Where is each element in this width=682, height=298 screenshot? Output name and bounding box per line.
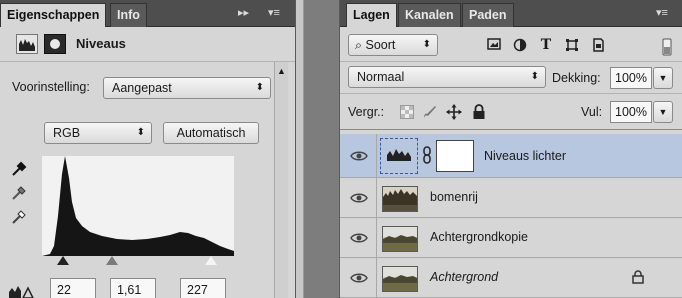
select-arrows-icon: ⬍ [530, 71, 539, 82]
opacity-field[interactable]: 100% [610, 67, 652, 89]
eye-column-divider [376, 258, 377, 297]
channel-value: RGB [53, 126, 81, 140]
layer-row-achtergrondkopie[interactable]: Achtergrondkopie [340, 218, 682, 258]
tab-kanalen[interactable]: Kanalen [398, 3, 461, 27]
dock-scrollbar[interactable] [296, 0, 304, 298]
layer-name[interactable]: Achtergrond [430, 270, 498, 284]
preset-select[interactable]: Aangepast ⬍ [103, 77, 271, 99]
eye-column-divider [376, 178, 377, 217]
preset-value: Aangepast [112, 81, 172, 95]
fill-label: Vul: [581, 105, 603, 119]
levels-histogram-icon [16, 34, 38, 54]
visibility-eye-icon[interactable] [350, 231, 368, 245]
select-arrows-icon: ⬍ [255, 82, 264, 93]
properties-panel: Eigenschappen Info ▸▸ ▾≡ Niveaus Voorins… [0, 0, 295, 298]
eye-column-divider [376, 218, 377, 257]
properties-tabbar: Eigenschappen Info ▸▸ ▾≡ [0, 0, 295, 27]
white-point-eyedropper-icon[interactable] [10, 208, 28, 226]
layers-tabbar: Lagen Kanalen Paden ▾≡ [340, 0, 682, 27]
properties-scrollbar[interactable]: ▲ [274, 62, 288, 298]
tab-lagen[interactable]: Lagen [346, 3, 397, 27]
black-input-field[interactable]: 22 [50, 278, 96, 298]
pixel-filter-icon[interactable] [486, 38, 502, 52]
panel-menu-icon[interactable]: ▾≡ [656, 6, 668, 20]
layer-name[interactable]: bomenrij [430, 190, 478, 204]
filter-kind-value: Soort [365, 38, 396, 52]
visibility-eye-icon[interactable] [350, 271, 368, 285]
layer-name[interactable]: Niveaus lichter [484, 149, 566, 163]
search-icon: ⌕ [355, 38, 363, 52]
layer-thumbnail[interactable] [382, 266, 418, 292]
properties-header: Niveaus [0, 28, 295, 62]
layer-thumbnail[interactable] [382, 186, 418, 212]
lock-all-icon[interactable] [472, 104, 486, 120]
gray-point-eyedropper-icon[interactable] [10, 184, 28, 202]
gamma-slider[interactable] [106, 256, 118, 265]
opacity-dropdown-icon[interactable]: ▼ [653, 67, 673, 89]
select-arrows-icon: ⬍ [136, 127, 145, 138]
levels-histogram[interactable] [42, 156, 234, 256]
eye-column-divider [376, 134, 377, 177]
layer-mask-thumbnail[interactable] [436, 140, 474, 172]
white-point-slider[interactable] [205, 256, 217, 265]
white-input-field[interactable]: 227 [180, 278, 226, 298]
black-point-slider[interactable] [57, 256, 69, 265]
adjustment-filter-icon[interactable] [512, 38, 528, 52]
channel-select[interactable]: RGB ⬍ [44, 122, 152, 144]
mask-link-chain-icon[interactable] [422, 146, 432, 164]
filter-toggle-switch[interactable] [662, 38, 672, 56]
panel-gap [295, 0, 340, 298]
panel-title: Niveaus [76, 36, 126, 51]
layer-name[interactable]: Achtergrondkopie [430, 230, 528, 244]
adjustment-thumbnail[interactable] [380, 138, 418, 174]
type-filter-icon[interactable]: T [538, 38, 554, 52]
gamma-input-field[interactable]: 1,61 [110, 278, 156, 298]
layer-locked-icon [632, 270, 644, 284]
shape-filter-icon[interactable] [564, 38, 580, 52]
collapse-icon[interactable]: ▸▸ [238, 6, 249, 20]
lock-pixels-brush-icon[interactable] [422, 104, 438, 120]
tab-eigenschappen[interactable]: Eigenschappen [0, 3, 107, 27]
opacity-label: Dekking: [552, 71, 601, 85]
clip-warning-icon[interactable] [8, 282, 34, 298]
fill-dropdown-icon[interactable]: ▼ [653, 101, 673, 123]
blend-mode-select[interactable]: Normaal ⬍ [348, 66, 546, 88]
tab-paden[interactable]: Paden [462, 3, 514, 27]
filter-kind-select[interactable]: ⌕ Soort ⬍ [348, 34, 438, 56]
lock-label: Vergr.: [348, 105, 385, 119]
lock-position-move-icon[interactable] [446, 104, 462, 120]
blend-mode-value: Normaal [357, 70, 405, 84]
scroll-up-icon[interactable]: ▲ [277, 66, 286, 76]
auto-button[interactable]: Automatisch [163, 122, 259, 144]
lock-row: Vergr.: Vul: 100% ▼ [340, 94, 682, 130]
layer-filter-row: ⌕ Soort ⬍ T [340, 28, 682, 62]
select-arrows-icon: ⬍ [422, 39, 431, 50]
layer-thumbnail[interactable] [382, 226, 418, 252]
preset-label: Voorinstelling: [12, 80, 90, 94]
tab-info[interactable]: Info [110, 3, 147, 27]
panel-menu-icon[interactable]: ▾≡ [268, 6, 280, 20]
visibility-eye-icon[interactable] [350, 149, 368, 163]
layer-row-bomenrij[interactable]: bomenrij [340, 178, 682, 218]
fill-field[interactable]: 100% [610, 101, 652, 123]
blend-row: Normaal ⬍ Dekking: 100% ▼ [340, 62, 682, 94]
smart-object-filter-icon[interactable] [590, 38, 606, 52]
layer-row-niveaus-lichter[interactable]: Niveaus lichter [340, 134, 682, 178]
layers-panel: Lagen Kanalen Paden ▾≡ ⌕ Soort ⬍ T Norma… [340, 0, 682, 298]
visibility-eye-icon[interactable] [350, 191, 368, 205]
black-point-eyedropper-icon[interactable] [10, 160, 28, 178]
layer-mask-icon[interactable] [44, 34, 66, 54]
layer-row-achtergrond[interactable]: Achtergrond [340, 258, 682, 298]
lock-transparency-icon[interactable] [400, 105, 414, 119]
